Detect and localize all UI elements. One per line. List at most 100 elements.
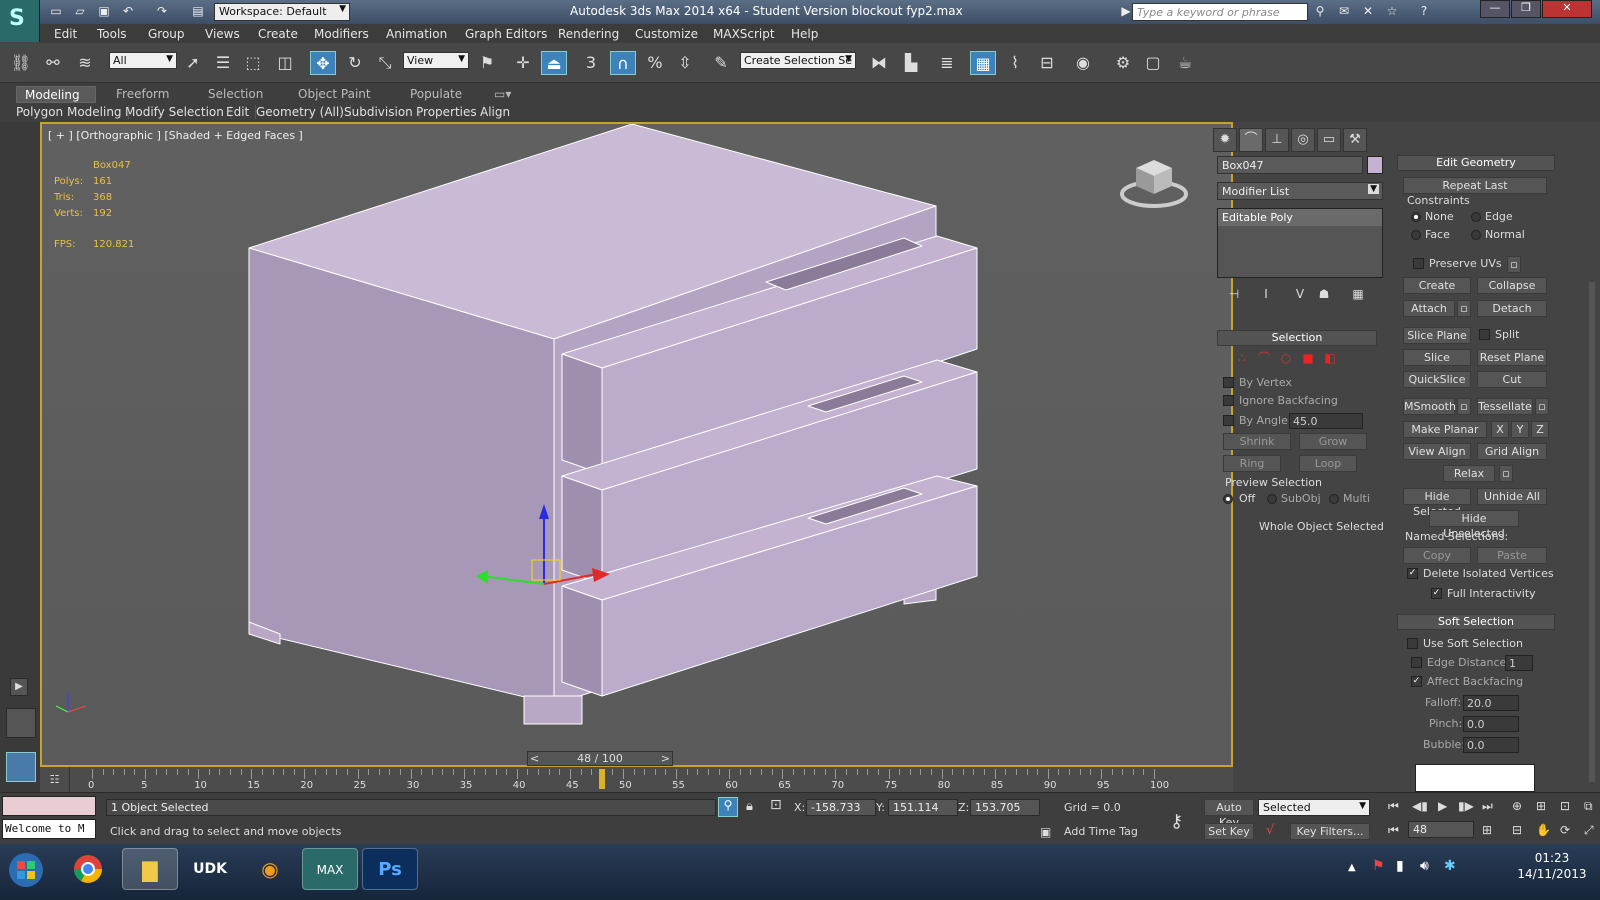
- menu-group[interactable]: Group: [148, 27, 185, 41]
- msmooth-button[interactable]: MSmooth: [1403, 398, 1456, 415]
- unhide-all-button[interactable]: Unhide All: [1477, 488, 1547, 505]
- use-soft-selection-checkbox[interactable]: [1407, 638, 1418, 649]
- maxscript-listener[interactable]: Welcome to M: [2, 819, 96, 839]
- menu-graph-editors[interactable]: Graph Editors: [465, 27, 547, 41]
- command-panel-scrollbar[interactable]: [1589, 282, 1595, 782]
- open-file-icon[interactable]: ▱: [72, 4, 88, 19]
- spinner-snap-icon[interactable]: ⇳: [672, 51, 698, 75]
- modifier-list-dropdown[interactable]: Modifier List ▼: [1217, 182, 1383, 200]
- bind-spacewarp-icon[interactable]: ≋: [72, 51, 98, 75]
- key-filters-button[interactable]: Key Filters...: [1290, 823, 1370, 840]
- time-slider[interactable]: < 48 / 100 >: [527, 751, 673, 766]
- viewcube[interactable]: [1120, 160, 1188, 208]
- select-and-rotate-icon[interactable]: ↻: [342, 51, 368, 75]
- menu-edit[interactable]: Edit: [54, 27, 77, 41]
- constraint-edge-radio[interactable]: [1471, 212, 1481, 222]
- reset-plane-button[interactable]: Reset Plane: [1477, 349, 1547, 366]
- set-key-button[interactable]: Set Key: [1204, 823, 1254, 840]
- subtab-properties[interactable]: Properties: [416, 105, 484, 119]
- constraint-none-radio[interactable]: [1411, 212, 1421, 222]
- selection-filter-dropdown[interactable]: All ▼: [109, 52, 177, 69]
- tessellate-button[interactable]: Tessellate: [1477, 398, 1533, 415]
- motion-tab-icon[interactable]: ◎: [1291, 128, 1315, 152]
- prev-frame-arrow-icon[interactable]: <: [530, 752, 539, 765]
- zoom-icon[interactable]: ⊕: [1512, 799, 1522, 813]
- orbit-icon[interactable]: ⟳: [1560, 823, 1570, 837]
- element-mode-icon[interactable]: ◧: [1317, 346, 1343, 370]
- media-player-taskbar-icon[interactable]: ◉: [242, 848, 298, 890]
- select-object-icon[interactable]: ➚: [180, 51, 206, 75]
- z-coordinate-field[interactable]: 153.705: [970, 799, 1040, 816]
- edge-distance-spinner[interactable]: 1: [1505, 655, 1533, 671]
- preview-multi-radio[interactable]: [1329, 494, 1339, 504]
- slice-plane-button[interactable]: Slice Plane: [1403, 327, 1471, 344]
- by-angle-checkbox[interactable]: [1223, 415, 1234, 426]
- system-clock[interactable]: 01:23 14/11/2013: [1512, 850, 1592, 882]
- preview-subobj-radio[interactable]: [1267, 494, 1277, 504]
- start-button[interactable]: [0, 848, 52, 890]
- attach-button[interactable]: Attach: [1403, 300, 1455, 317]
- schematic-view-icon[interactable]: ⊟: [1034, 51, 1060, 75]
- menu-help[interactable]: Help: [791, 27, 818, 41]
- loop-button[interactable]: Loop: [1299, 455, 1357, 472]
- communication-center-icon[interactable]: ✉: [1336, 4, 1352, 19]
- planar-z-button[interactable]: Z: [1531, 421, 1549, 438]
- menu-tools[interactable]: Tools: [97, 27, 127, 41]
- zoom-extents-all-icon[interactable]: ⊞: [1536, 799, 1546, 813]
- volume-icon[interactable]: 🔊︎: [1420, 858, 1429, 874]
- new-file-icon[interactable]: ▭: [48, 4, 64, 19]
- material-editor-icon[interactable]: ◉: [1070, 51, 1096, 75]
- chrome-taskbar-icon[interactable]: [60, 848, 116, 890]
- select-by-name-icon[interactable]: ☰: [210, 51, 236, 75]
- angle-snap-icon[interactable]: ∩: [610, 51, 636, 75]
- subtab-edit[interactable]: Edit: [226, 105, 257, 119]
- help-icon[interactable]: ?: [1416, 4, 1432, 19]
- restore-button[interactable]: ❐: [1511, 0, 1541, 18]
- timeline[interactable]: < 48 / 100 > ☷ 0 5 10 15 20 25 30 35 40 45 50 55 60 6…: [40, 751, 1233, 792]
- udk-taskbar-icon[interactable]: UDK: [182, 848, 238, 890]
- unlink-icon[interactable]: ⚯: [40, 51, 66, 75]
- zoom-extents-selected-icon[interactable]: ⊡: [1560, 799, 1570, 813]
- next-frame-arrow-icon[interactable]: >: [661, 752, 670, 765]
- key-mode-dropdown[interactable]: Selected ▼: [1258, 799, 1370, 816]
- isolate-selection-icon[interactable]: ⚲: [718, 797, 738, 817]
- time-marker[interactable]: [598, 769, 605, 789]
- tab-modeling[interactable]: Modeling: [16, 86, 96, 103]
- create-tab-icon[interactable]: ✹: [1213, 128, 1237, 152]
- action-center-icon[interactable]: ⚑: [1372, 858, 1385, 874]
- affect-backfacing-checkbox[interactable]: ✓: [1411, 676, 1422, 687]
- relax-settings-icon[interactable]: ▫: [1499, 465, 1513, 482]
- grow-button[interactable]: Grow: [1299, 433, 1367, 450]
- previous-frame-icon[interactable]: ◀▮: [1412, 799, 1428, 813]
- constraint-normal-radio[interactable]: [1471, 230, 1481, 240]
- ring-button[interactable]: Ring: [1223, 455, 1281, 472]
- search-input[interactable]: Type a keyword or phrase: [1132, 3, 1308, 21]
- grid-align-button[interactable]: Grid Align: [1477, 443, 1547, 460]
- absolute-mode-icon[interactable]: ⊡: [770, 797, 782, 813]
- tab-freeform[interactable]: Freeform: [108, 86, 177, 103]
- maxscript-listener-top[interactable]: [2, 796, 96, 816]
- x-coordinate-field[interactable]: -158.733: [806, 799, 876, 816]
- pan-view-icon[interactable]: ✋: [1536, 823, 1551, 837]
- hierarchy-tab-icon[interactable]: ⊥: [1265, 128, 1289, 152]
- modifier-stack[interactable]: Editable Poly: [1217, 208, 1383, 278]
- subscription-icon[interactable]: ✕: [1360, 4, 1376, 19]
- angle-spinner[interactable]: 45.0: [1289, 413, 1363, 429]
- render-setup-icon[interactable]: ⚙: [1110, 51, 1136, 75]
- relax-button[interactable]: Relax: [1443, 465, 1495, 482]
- mini-curve-editor-icon[interactable]: ☷: [40, 767, 70, 792]
- edit-named-selections-icon[interactable]: ✎: [708, 51, 734, 75]
- stack-item-editable-poly[interactable]: Editable Poly: [1222, 211, 1293, 224]
- network-icon[interactable]: ▮: [1396, 858, 1404, 874]
- window-crossing-icon[interactable]: ◫: [272, 51, 298, 75]
- app-menu-button[interactable]: S: [0, 0, 40, 42]
- tab-object-paint[interactable]: Object Paint: [290, 86, 379, 103]
- select-and-scale-icon[interactable]: ⤡: [372, 51, 398, 75]
- detach-button[interactable]: Detach: [1477, 300, 1547, 317]
- preserve-uvs-checkbox[interactable]: [1413, 258, 1424, 269]
- rendered-frame-window-icon[interactable]: ▢: [1140, 51, 1166, 75]
- planar-y-button[interactable]: Y: [1511, 421, 1529, 438]
- split-checkbox[interactable]: [1479, 329, 1490, 340]
- quickslice-button[interactable]: QuickSlice: [1403, 371, 1471, 388]
- tab-selection[interactable]: Selection: [200, 86, 271, 103]
